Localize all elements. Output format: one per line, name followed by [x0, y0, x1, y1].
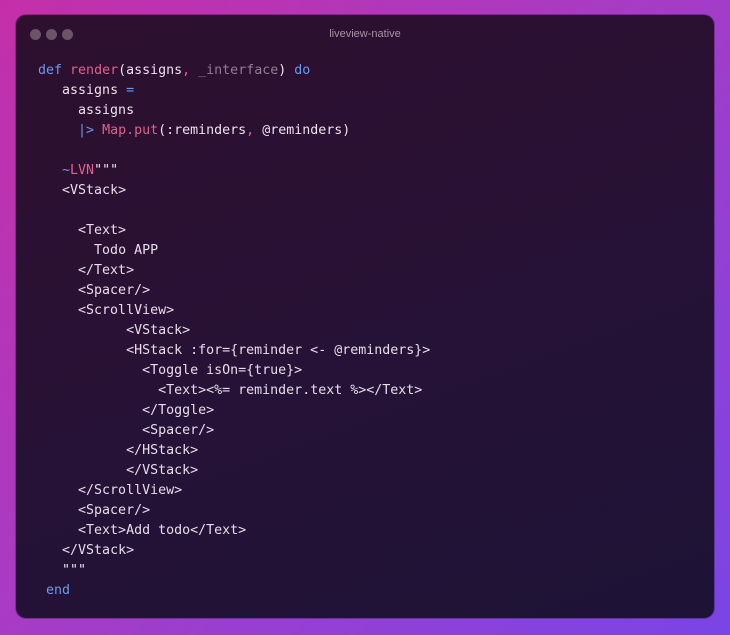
code-token: """ — [94, 163, 119, 178]
code-line: <Spacer/> — [38, 421, 430, 441]
code-token: assigns — [78, 103, 135, 118]
code-token: (:reminders — [158, 123, 247, 138]
code-token: LVN — [70, 163, 95, 178]
code-token: @reminders) — [254, 123, 351, 138]
code-token: |> — [78, 123, 95, 138]
code-token: </Toggle> — [142, 403, 215, 418]
code-token: <Spacer/> — [142, 423, 215, 438]
code-token: <Text>Add todo</Text> — [78, 523, 247, 538]
code-token: = — [126, 83, 135, 98]
code-token: <ScrollView> — [78, 303, 175, 318]
code-token: <Spacer/> — [78, 283, 151, 298]
code-line: def render(assigns, _interface) do — [38, 61, 430, 81]
code-line: end — [38, 581, 430, 601]
code-token: ~ — [62, 163, 71, 178]
code-line: <Spacer/> — [38, 501, 430, 521]
code-window: liveview-native def render(assigns, _int… — [16, 15, 714, 618]
code-token: _interface — [190, 63, 279, 78]
code-token: <VStack> — [126, 323, 191, 338]
code-token: assigns — [62, 83, 127, 98]
title-bar: liveview-native — [16, 15, 714, 55]
code-token: <Text> — [78, 223, 127, 238]
window-title: liveview-native — [329, 28, 401, 40]
code-token: </HStack> — [126, 443, 199, 458]
code-token: def — [38, 63, 63, 78]
code-token: <Text><%= reminder.text %></Text> — [158, 383, 423, 398]
code-token: (assigns — [118, 63, 183, 78]
code-token: """ — [62, 563, 87, 578]
code-line: ~LVN""" — [38, 161, 430, 181]
code-line: </ScrollView> — [38, 481, 430, 501]
code-token: , — [182, 63, 191, 78]
code-line: <Text> — [38, 221, 430, 241]
code-line: <VStack> — [38, 321, 430, 341]
code-line: |> Map.put(:reminders, @reminders) — [38, 121, 430, 141]
code-line: </VStack> — [38, 541, 430, 561]
code-token: <HStack :for={reminder <- @reminders}> — [126, 343, 431, 358]
code-line: </Text> — [38, 261, 430, 281]
code-line: <VStack> — [38, 181, 430, 201]
code-token: end — [46, 583, 71, 598]
code-token: , — [246, 123, 255, 138]
code-line: Todo APP — [38, 241, 430, 261]
code-token: do — [294, 63, 311, 78]
code-token: </VStack> — [62, 543, 135, 558]
code-line: <Text>Add todo</Text> — [38, 521, 430, 541]
code-token: </Text> — [78, 263, 135, 278]
code-token: ) — [278, 63, 295, 78]
code-line: <ScrollView> — [38, 301, 430, 321]
code-line: <Spacer/> — [38, 281, 430, 301]
code-line: """ — [38, 561, 430, 581]
code-token: </VStack> — [126, 463, 199, 478]
code-line: assigns — [38, 101, 430, 121]
code-line: </HStack> — [38, 441, 430, 461]
code-token: Todo APP — [94, 243, 159, 258]
code-line: </VStack> — [38, 461, 430, 481]
code-block: def render(assigns, _interface) do assig… — [38, 61, 430, 601]
code-line: assigns = — [38, 81, 430, 101]
code-token: <Spacer/> — [78, 503, 151, 518]
code-token: <Toggle isOn={true}> — [142, 363, 303, 378]
code-line: </Toggle> — [38, 401, 430, 421]
code-line: <Toggle isOn={true}> — [38, 361, 430, 381]
code-line: <HStack :for={reminder <- @reminders}> — [38, 341, 430, 361]
code-token: </ScrollView> — [78, 483, 183, 498]
code-line: <Text><%= reminder.text %></Text> — [38, 381, 430, 401]
code-token: Map.put — [102, 123, 159, 138]
code-token: render — [70, 63, 119, 78]
code-token: <VStack> — [62, 183, 127, 198]
